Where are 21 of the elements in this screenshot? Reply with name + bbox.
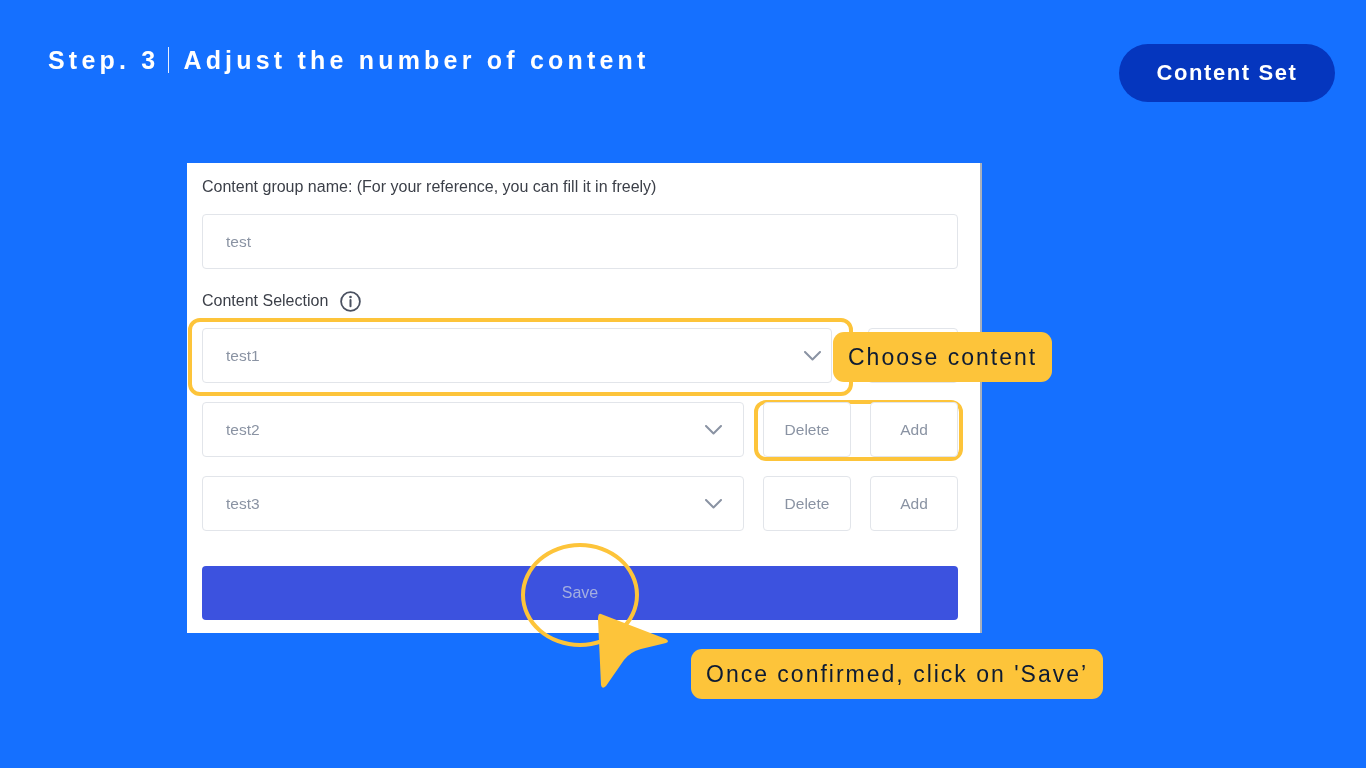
chevron-down-icon [705,424,722,435]
callout-note: Choose content [833,332,1053,382]
action-button[interactable]: Add [870,402,958,457]
chevron-down-icon [804,350,821,361]
step-label: Step. 3 [48,45,160,75]
section-badge: Content Set [1119,44,1335,102]
dropdown-field[interactable]: test2 [202,402,744,457]
save-button[interactable]: Save [202,566,958,620]
info-icon[interactable] [340,290,362,312]
action-button[interactable]: Delete [763,476,851,531]
action-button[interactable]: Add [870,476,958,531]
cursor-icon [596,612,670,690]
dropdown-field[interactable]: test3 [202,476,744,531]
dropdown-field[interactable]: test1 [202,328,832,383]
action-button[interactable]: Delete [763,402,851,457]
name-input[interactable]: test [202,214,958,269]
chevron-down-icon [705,498,722,509]
page-heading: Adjust the number of content [183,45,650,75]
field-label: Content group name: (For your reference, you can fill it in freely) [202,177,658,197]
field-label: Content Selection [202,291,329,311]
callout-note: Once confirmed, click on 'Save’ [691,649,1104,699]
